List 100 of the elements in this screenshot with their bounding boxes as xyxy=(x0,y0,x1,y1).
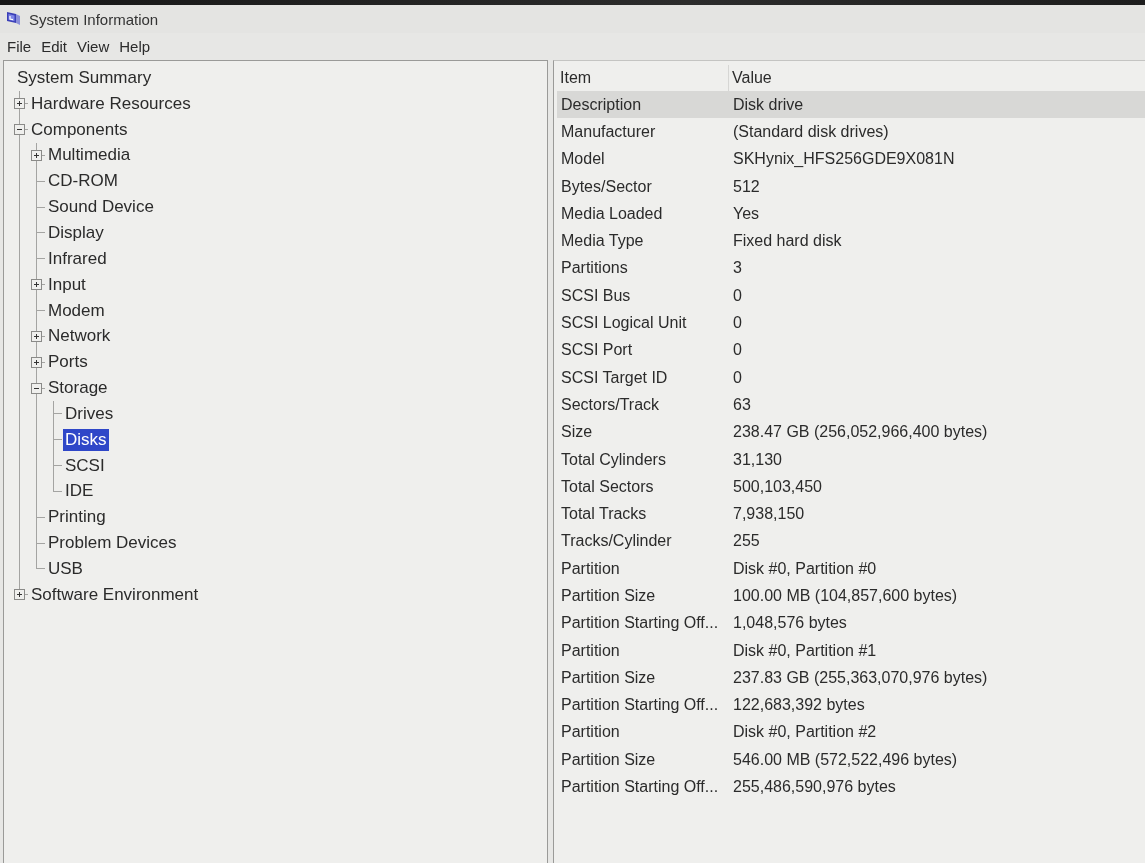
value-cell-text: 255,486,590,976 bytes xyxy=(732,778,896,797)
table-row[interactable]: SCSI Port 0 xyxy=(557,336,1145,364)
tree-item[interactable]: Drives xyxy=(63,402,116,425)
item-cell-text: Size xyxy=(560,423,594,442)
plus-box-icon[interactable] xyxy=(31,149,42,161)
value-cell-text: 100.00 MB (104,857,600 bytes) xyxy=(732,587,958,605)
table-row[interactable]: SCSI Bus 0 xyxy=(557,282,1145,310)
tree-item[interactable]: Disks xyxy=(63,428,109,451)
value-cell-text: (Standard disk drives) xyxy=(732,122,889,141)
table-row[interactable]: Total Sectors 500,103,450 xyxy=(557,473,1145,501)
item-cell-text: SCSI Bus xyxy=(560,286,632,305)
item-cell-text: Partition Starting Off... xyxy=(560,778,720,797)
column-header[interactable]: Value xyxy=(729,65,1145,91)
tree-item[interactable]: Modem xyxy=(46,299,107,322)
plus-box-icon[interactable] xyxy=(14,98,25,110)
tree-item[interactable]: Input xyxy=(46,273,88,296)
item-cell-text: Tracks/Cylinder xyxy=(560,532,673,551)
tree-item[interactable]: System Summary xyxy=(15,66,154,89)
item-cell-text: Partition xyxy=(560,559,621,578)
table-row[interactable]: Size 238.47 GB (256,052,966,400 bytes) xyxy=(557,418,1145,446)
item-cell-text: Sectors/Track xyxy=(560,395,661,414)
item-cell-text: Partition Size xyxy=(560,668,657,687)
tree-item[interactable]: CD-ROM xyxy=(46,170,120,193)
plus-box-icon[interactable] xyxy=(31,279,42,291)
value-cell-text: 1,048,576 bytes xyxy=(732,614,847,633)
minus-box-icon[interactable] xyxy=(31,382,42,394)
value-cell-text: 255 xyxy=(732,532,760,551)
item-cell-text: Partition Starting Off... xyxy=(560,696,720,715)
item-cell-text: Partition Size xyxy=(560,750,657,769)
tree-item[interactable]: IDE xyxy=(63,480,96,503)
menu-item[interactable]: Help xyxy=(114,36,156,57)
menu-item[interactable]: Edit xyxy=(36,36,73,57)
tree-item[interactable]: Ports xyxy=(46,351,90,374)
item-cell-text: Total Sectors xyxy=(560,477,655,496)
tree-item[interactable]: Problem Devices xyxy=(46,532,179,555)
table-row[interactable]: SCSI Logical Unit 0 xyxy=(557,309,1145,337)
app-icon xyxy=(5,11,22,27)
item-cell-text: Partition Starting Off... xyxy=(560,614,720,633)
minus-box-icon[interactable] xyxy=(14,124,25,136)
value-cell-text: SKHynix_HFS256GDE9X081N xyxy=(732,150,955,169)
item-cell-text: Description xyxy=(560,95,643,114)
item-cell-text: Partition xyxy=(560,723,621,742)
item-cell-text: Partition Size xyxy=(560,587,657,605)
table-row[interactable]: Tracks/Cylinder 255 xyxy=(557,527,1145,556)
table-row[interactable]: Partition Starting Off... 255,486,590,976 bytes xyxy=(557,773,1145,801)
value-cell-text: 237.83 GB (255,363,070,976 bytes) xyxy=(732,668,988,687)
table-row[interactable]: Media Loaded Yes xyxy=(557,200,1145,228)
table-row[interactable]: Partition Size 546.00 MB (572,522,496 bytes) xyxy=(557,746,1145,774)
item-cell-text: Partition xyxy=(560,641,621,660)
table-row[interactable]: Partition Disk #0, Partition #2 xyxy=(557,718,1145,747)
table-row[interactable]: Media Type Fixed hard disk xyxy=(557,227,1145,255)
tree-item[interactable]: Printing xyxy=(46,506,108,529)
value-cell-text: 0 xyxy=(732,341,742,360)
table-row[interactable]: Manufacturer (Standard disk drives) xyxy=(557,118,1145,146)
tree-item[interactable]: Display xyxy=(46,222,106,244)
item-cell-text: SCSI Target ID xyxy=(560,368,669,387)
tree-item[interactable]: Infrared xyxy=(46,247,109,270)
item-cell-text: Total Tracks xyxy=(560,505,648,524)
plus-box-icon[interactable] xyxy=(31,330,42,342)
menu-item[interactable]: File xyxy=(2,36,37,57)
item-cell-text: Partitions xyxy=(560,259,629,278)
tree-item[interactable]: Software Environment xyxy=(29,583,201,606)
table-row[interactable]: Model SKHynix_HFS256GDE9X081N xyxy=(557,145,1145,173)
item-cell-text: SCSI Logical Unit xyxy=(560,314,688,332)
tree-item[interactable]: USB xyxy=(46,557,85,580)
item-cell-text: Total Cylinders xyxy=(560,450,667,469)
menu-item[interactable]: View xyxy=(72,36,115,57)
tree-item[interactable]: SCSI xyxy=(63,454,107,477)
table-row[interactable]: Partition Size 100.00 MB (104,857,600 bytes) xyxy=(557,582,1145,610)
window-title: System Information xyxy=(29,10,159,28)
tree-item[interactable]: Components xyxy=(29,118,130,141)
tree-item[interactable]: Storage xyxy=(46,377,110,400)
table-row[interactable]: Bytes/Sector 512 xyxy=(557,172,1145,201)
tree-item[interactable]: Sound Device xyxy=(46,196,156,219)
table-row[interactable]: Total Tracks 7,938,150 xyxy=(557,500,1145,528)
table-row[interactable]: Partition Disk #0, Partition #0 xyxy=(557,555,1145,583)
value-cell-text: 63 xyxy=(732,395,751,414)
table-row[interactable]: Partition Size 237.83 GB (255,363,070,976 bytes) xyxy=(557,664,1145,692)
tree-item[interactable]: Hardware Resources xyxy=(29,92,193,115)
table-row[interactable]: Sectors/Track 63 xyxy=(557,391,1145,419)
value-cell-text: 238.47 GB (256,052,966,400 bytes) xyxy=(732,423,988,442)
value-cell-text: Disk #0, Partition #2 xyxy=(732,723,877,742)
value-cell-text: Fixed hard disk xyxy=(732,232,842,251)
value-cell-text: 0 xyxy=(732,314,742,332)
item-cell-text: Media Type xyxy=(560,232,645,251)
tree-item[interactable]: Network xyxy=(46,325,113,348)
item-cell-text: Media Loaded xyxy=(560,204,664,223)
value-cell-text: Disk drive xyxy=(732,95,804,114)
table-row[interactable]: Partition Starting Off... 1,048,576 bytes xyxy=(557,609,1145,637)
table-row[interactable]: Description Disk drive xyxy=(557,91,1145,119)
table-row[interactable]: Partition Starting Off... 122,683,392 bytes xyxy=(557,691,1145,719)
table-row[interactable]: Total Cylinders 31,130 xyxy=(557,445,1145,474)
plus-box-icon[interactable] xyxy=(31,356,42,368)
tree-item[interactable]: Multimedia xyxy=(46,144,133,167)
table-row[interactable]: SCSI Target ID 0 xyxy=(557,363,1145,392)
table-row[interactable]: Partition Disk #0, Partition #1 xyxy=(557,636,1145,665)
table-row[interactable]: Partitions 3 xyxy=(557,254,1145,283)
value-cell-text: 546.00 MB (572,522,496 bytes) xyxy=(732,750,958,769)
plus-box-icon[interactable] xyxy=(14,589,25,601)
value-cell-text: Disk #0, Partition #0 xyxy=(732,559,877,578)
